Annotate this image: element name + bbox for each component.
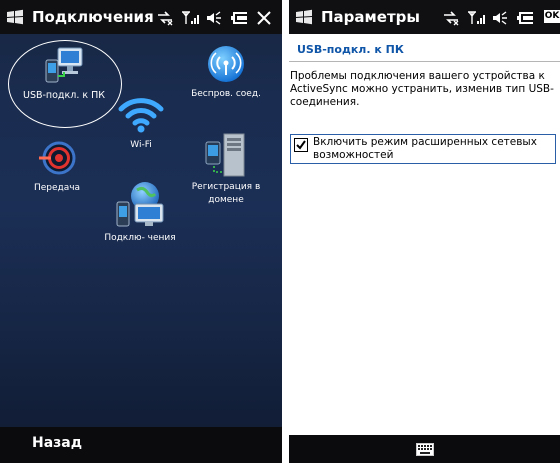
signal-strength-icon — [182, 11, 199, 24]
data-connection-icon — [444, 11, 459, 26]
divider — [289, 61, 560, 62]
usb-pc-connection-icon — [45, 47, 83, 83]
section-heading: USB-подкл. к ПК — [297, 43, 404, 56]
volume-icon — [207, 11, 221, 25]
tile-domain-enroll[interactable]: Регистрация в домене — [184, 132, 268, 207]
beam-transfer-icon — [39, 141, 76, 175]
softkey-bar — [289, 435, 560, 463]
volume-icon — [493, 11, 507, 25]
connections-screen: Подключения USB-подкл. к ПК Беспров. сое… — [0, 0, 282, 463]
settings-screen: Параметры OK USB-подкл. к ПК Проблемы по… — [289, 0, 560, 463]
advanced-network-checkbox-row[interactable]: Включить режим расширенных сетевых возмо… — [290, 134, 556, 164]
battery-icon — [231, 12, 247, 24]
checkmark-icon — [296, 140, 306, 150]
tile-wifi[interactable]: Wi-Fi — [114, 94, 168, 150]
close-icon[interactable] — [256, 10, 272, 26]
wireless-antenna-icon — [208, 46, 244, 82]
page-title: Подключения — [32, 8, 154, 26]
description-text: Проблемы подключения вашего устройства к… — [290, 70, 554, 108]
page-title: Параметры — [321, 8, 420, 26]
ok-button[interactable]: OK — [544, 10, 560, 23]
battery-icon — [517, 12, 533, 24]
signal-strength-icon — [468, 11, 485, 24]
advanced-network-checkbox[interactable] — [294, 138, 308, 152]
back-softkey[interactable]: Назад — [32, 435, 82, 451]
softkey-bar: Назад — [0, 427, 282, 463]
status-icons[interactable] — [442, 9, 535, 27]
data-connection-icon — [158, 11, 173, 26]
tile-wireless[interactable]: Беспров. соед. — [186, 44, 266, 99]
wifi-icon — [118, 98, 164, 133]
tile-label: USB-подкл. к ПК — [22, 90, 106, 101]
tile-label: Регистрация в домене — [191, 182, 261, 205]
tile-beam[interactable]: Передача — [22, 140, 92, 193]
tile-usb-pc[interactable]: USB-подкл. к ПК — [8, 46, 120, 101]
title-bar: Подключения — [0, 0, 282, 34]
tile-connections[interactable]: Подклю- чения — [98, 180, 182, 243]
windows-start-icon[interactable] — [6, 9, 24, 25]
tile-label: Подклю- чения — [104, 233, 176, 243]
tile-label: Wi-Fi — [130, 140, 152, 150]
connections-globe-icon — [116, 182, 164, 227]
windows-start-icon[interactable] — [295, 9, 313, 25]
tile-label: Беспров. соед. — [191, 89, 261, 99]
checkbox-label: Включить режим расширенных сетевых возмо… — [313, 136, 537, 161]
keyboard-icon[interactable] — [416, 443, 434, 456]
title-bar: Параметры OK — [289, 0, 560, 34]
status-icons[interactable] — [156, 9, 272, 27]
domain-enroll-icon — [205, 133, 245, 177]
tile-label: Передача — [33, 183, 81, 193]
